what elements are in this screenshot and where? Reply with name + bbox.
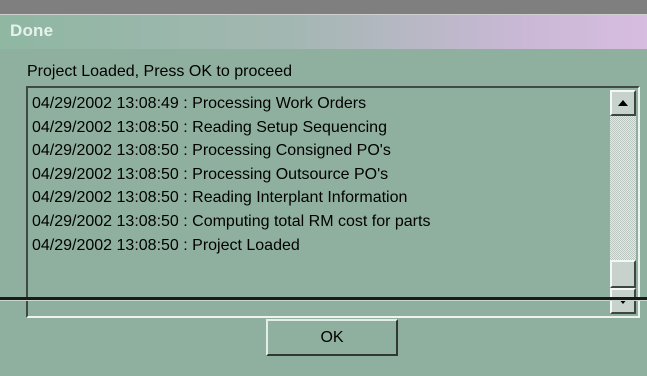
arrow-up-icon	[618, 100, 628, 106]
separator-highlight	[0, 300, 647, 301]
window-title: Done	[10, 21, 54, 40]
scroll-up-button[interactable]	[610, 90, 636, 116]
log-entry[interactable]: 04/29/2002 13:08:50 : Processing Consign…	[32, 139, 600, 163]
dialog-body: Project Loaded, Press OK to proceed 04/2…	[0, 49, 647, 376]
log-entry[interactable]: 04/29/2002 13:08:50 : Reading Setup Sequ…	[32, 116, 600, 140]
log-lines: 04/29/2002 13:08:49 : Processing Work Or…	[32, 92, 600, 257]
scroll-down-button[interactable]	[610, 288, 636, 314]
log-entry[interactable]: 04/29/2002 13:08:50 : Reading Interplant…	[32, 186, 600, 210]
title-bar[interactable]: Done	[0, 15, 647, 49]
prompt-label: Project Loaded, Press OK to proceed	[27, 63, 293, 80]
log-entry[interactable]: 04/29/2002 13:08:50 : Project Loaded	[32, 234, 600, 258]
top-strip	[0, 0, 647, 15]
log-entry[interactable]: 04/29/2002 13:08:50 : Processing Outsour…	[32, 163, 600, 187]
vertical-scrollbar[interactable]	[610, 90, 636, 314]
scrollbar-thumb[interactable]	[610, 260, 636, 288]
log-listbox[interactable]: 04/29/2002 13:08:49 : Processing Work Or…	[26, 86, 640, 318]
log-entry[interactable]: 04/29/2002 13:08:49 : Processing Work Or…	[32, 92, 600, 116]
ok-button[interactable]: OK	[266, 319, 398, 356]
log-entry[interactable]: 04/29/2002 13:08:50 : Computing total RM…	[32, 210, 600, 234]
